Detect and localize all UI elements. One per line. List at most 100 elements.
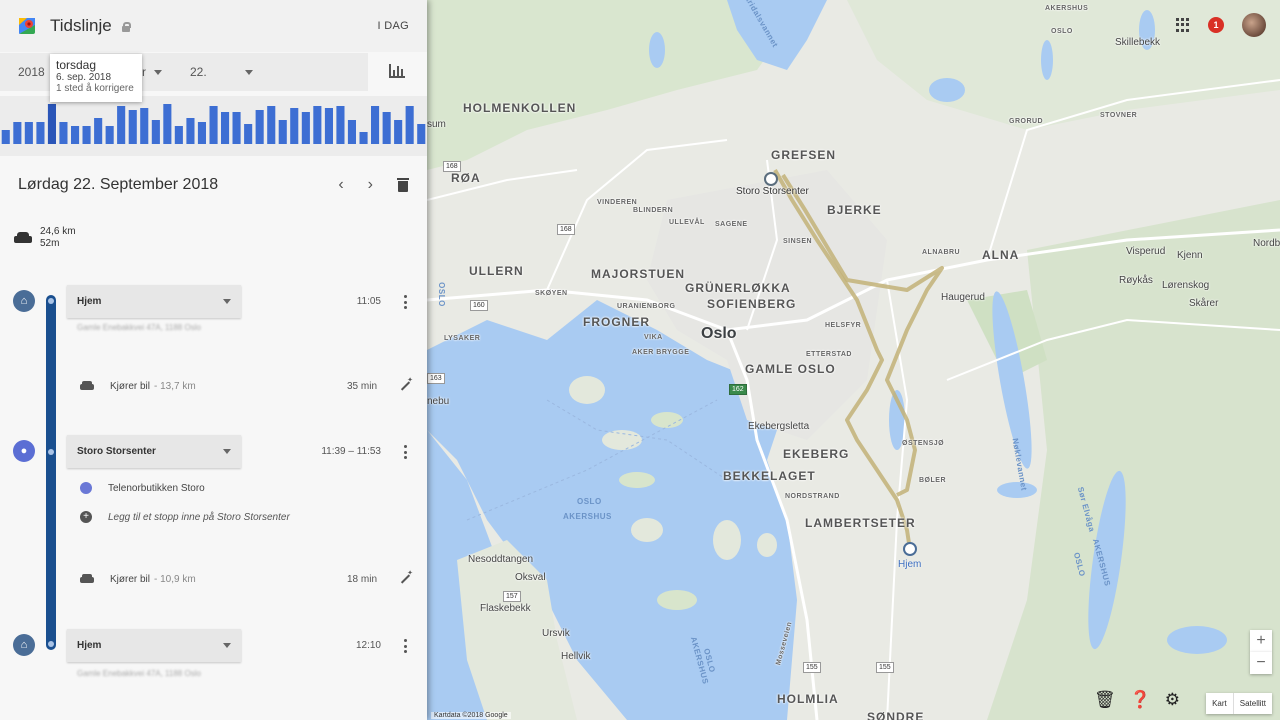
histogram-bar[interactable] (336, 106, 345, 144)
delete-day-trash-icon[interactable] (397, 178, 409, 192)
drive-duration: 35 min (346, 380, 377, 392)
more-vert-icon[interactable] (403, 295, 407, 309)
histogram-bar[interactable] (209, 106, 218, 144)
histogram-bar[interactable] (174, 126, 183, 144)
map-label-skillebekk: Skillebekk (1115, 37, 1161, 48)
histogram-bar[interactable] (197, 122, 206, 144)
histogram-bar[interactable] (255, 110, 264, 144)
histogram-bar[interactable] (59, 122, 68, 144)
road-badge: 160 (470, 300, 488, 311)
histogram-bar[interactable] (382, 112, 391, 144)
histogram-bar[interactable] (359, 132, 368, 144)
histogram-bar[interactable] (140, 108, 149, 144)
histogram-bar[interactable] (244, 124, 253, 144)
lock-icon (121, 21, 131, 32)
histogram-bar[interactable] (151, 120, 160, 144)
histogram-bar[interactable] (313, 106, 322, 144)
tooltip-date: 6. sep. 2018 (56, 72, 112, 83)
histogram-bar[interactable] (324, 108, 333, 144)
histogram-bar[interactable] (347, 120, 356, 144)
chevron-down-icon (244, 69, 253, 75)
statistics-chart-icon[interactable] (389, 64, 405, 78)
add-stop-row[interactable]: + Legg til et stopp inne på Storo Storse… (80, 511, 290, 523)
more-vert-icon[interactable] (403, 639, 407, 653)
more-vert-icon[interactable] (403, 445, 407, 459)
map-label-blindern: BLINDERN (633, 207, 674, 214)
map-label-grunerlokka: GRÜNERLØKKA (685, 281, 791, 295)
histogram-bar[interactable] (186, 118, 195, 144)
histogram-bar[interactable] (394, 120, 403, 144)
histogram-bar[interactable] (117, 106, 126, 144)
histogram-bar[interactable] (267, 106, 276, 144)
place-select-home[interactable]: Hjem (67, 629, 241, 662)
zoom-in-button[interactable]: + (1250, 630, 1272, 652)
map-label-sinsen: SINSEN (783, 238, 813, 245)
map[interactable]: HOLMENKOLLEN GREFSEN RØA BJERKE ULLERN M… (427, 0, 1280, 720)
map-type-satellite-button[interactable]: Satellitt (1232, 693, 1272, 714)
histogram-bar[interactable] (82, 126, 91, 144)
sub-place[interactable]: Telenorbutikken Storo (80, 482, 205, 494)
drive-segment[interactable]: Kjører bil - 10,9 km 18 min (80, 569, 413, 585)
map-label-bekkelaget: BEKKELAGET (723, 469, 816, 483)
day-select[interactable]: 22. (172, 53, 368, 91)
histogram-bar[interactable] (417, 124, 426, 144)
histogram-bar[interactable] (301, 112, 310, 144)
histogram-bar[interactable] (232, 112, 241, 144)
drive-label: Kjører bil (110, 573, 151, 585)
today-button[interactable]: I DAG (378, 20, 409, 32)
next-day-chevron-icon[interactable]: › (368, 176, 373, 194)
histogram-bar[interactable] (94, 118, 103, 144)
avatar[interactable] (1242, 13, 1266, 37)
map-type-kart-button[interactable]: Kart (1206, 693, 1233, 714)
stop-time[interactable]: 11:05 (357, 296, 381, 307)
daily-activity-histogram[interactable] (0, 96, 427, 156)
histogram-bar[interactable] (290, 108, 299, 144)
map-label-alnabru: ALNABRU (922, 249, 961, 256)
stop-time[interactable]: 11:39 – 11:53 (321, 446, 381, 457)
map-label-boler: BØLER (919, 477, 946, 484)
map-label-oslo: Oslo (701, 325, 737, 342)
notification-badge[interactable]: 1 (1208, 17, 1224, 33)
zoom-out-button[interactable]: − (1250, 652, 1272, 674)
histogram-bar[interactable] (371, 106, 380, 144)
histogram-bar[interactable] (278, 120, 287, 144)
home-pin-icon[interactable] (903, 542, 917, 556)
timeline-track (46, 295, 56, 650)
panel-header: Tidslinje I DAG (0, 0, 427, 52)
histogram-svg[interactable] (0, 96, 427, 156)
previous-day-chevron-icon[interactable]: ‹ (338, 176, 343, 194)
map-label-ekebergsletta: Ekebergsletta (748, 421, 810, 432)
histogram-bar[interactable] (13, 122, 22, 144)
histogram-bar[interactable] (128, 110, 137, 144)
histogram-bar[interactable] (163, 104, 172, 144)
help-icon[interactable]: ❓ (1130, 690, 1151, 710)
map-label-visperud: Visperud (1126, 246, 1166, 257)
apps-grid-icon[interactable] (1176, 18, 1190, 32)
histogram-bar[interactable] (105, 126, 114, 144)
map-label-lambertseter: LAMBERTSETER (805, 516, 916, 530)
histogram-bar[interactable] (36, 122, 45, 144)
stop-time[interactable]: 12:10 (356, 640, 381, 651)
place-select-storo[interactable]: Storo Storsenter (67, 435, 241, 468)
delete-trash-icon[interactable]: 🗑 (1094, 690, 1116, 710)
storo-pin-icon[interactable] (764, 172, 778, 186)
timeline-dot (48, 641, 54, 647)
histogram-bar[interactable] (24, 122, 33, 144)
histogram-bar[interactable] (47, 104, 56, 144)
drive-segment[interactable]: Kjører bil - 13,7 km 35 min (80, 376, 413, 392)
settings-gear-icon[interactable]: ⚙ (1165, 690, 1180, 710)
map-label-uranienborg: URANIENBORG (617, 303, 676, 310)
road-badge: 157 (503, 591, 521, 602)
timeline-dot (48, 449, 54, 455)
histogram-bar[interactable] (405, 106, 414, 144)
map-label-oslo-water: OSLO (577, 497, 602, 506)
histogram-bar[interactable] (1, 130, 10, 144)
map-label-alna: ALNA (982, 248, 1020, 262)
edit-magic-wand-icon[interactable] (399, 376, 413, 392)
place-select-home[interactable]: Hjem (67, 285, 241, 318)
map-label-sondre: SØNDRE (867, 710, 925, 720)
tooltip-fix: 1 sted å korrigere (56, 83, 134, 94)
histogram-bar[interactable] (221, 112, 230, 144)
histogram-bar[interactable] (71, 126, 80, 144)
edit-magic-wand-icon[interactable] (399, 569, 413, 585)
